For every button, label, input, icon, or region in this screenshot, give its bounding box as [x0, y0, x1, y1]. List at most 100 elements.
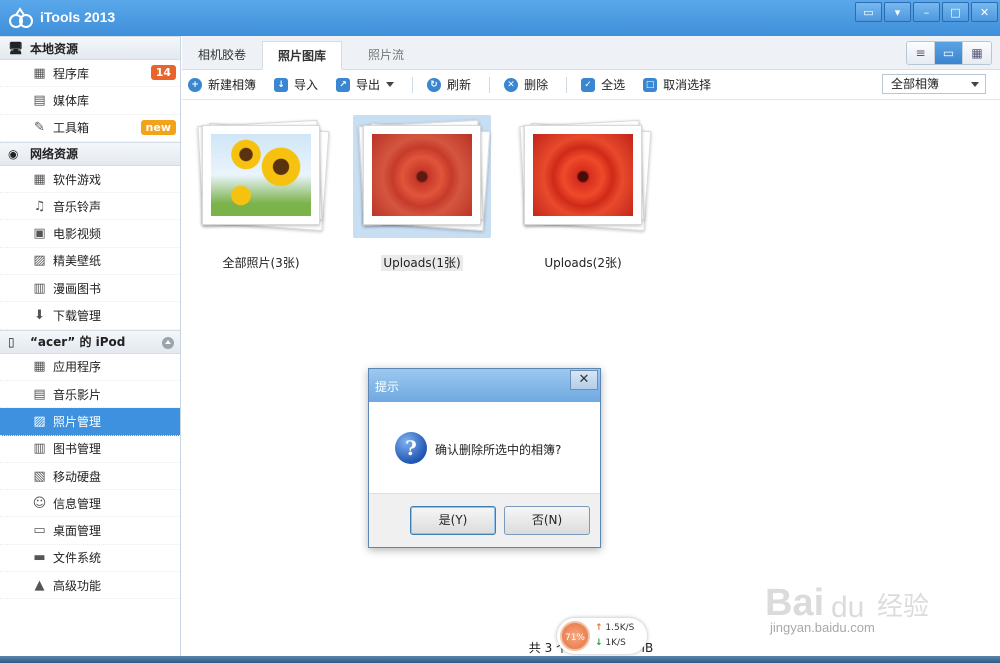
speed-widget[interactable]: 71% ↑ 1.5K/S ↓ 1K/S	[557, 618, 647, 654]
deselect-icon: □	[643, 77, 658, 92]
tab-camera-roll[interactable]: 相机胶卷	[182, 41, 262, 70]
delete-icon: ✕	[504, 77, 519, 92]
grid-icon: ▦	[33, 171, 46, 187]
question-icon: ?	[395, 432, 427, 464]
download-speed: ↓ 1K/S	[595, 638, 626, 648]
tab-photo-stream[interactable]: 照片流	[346, 41, 426, 70]
desktop-icon: ▭	[33, 523, 46, 539]
sidebar-item-music-ringtones[interactable]: ♫ 音乐铃声	[0, 193, 180, 221]
title-bar: iTools 2013 ▭ ▾ – □ ✕	[0, 0, 1000, 36]
album-label: Uploads(2张)	[544, 256, 622, 270]
grid-icon: ▦	[33, 359, 46, 375]
sidebar-item-music-movies[interactable]: ▤ 音乐影片	[0, 381, 180, 409]
tab-bar: 相机胶卷 照片图库 照片流 ≡ ▭ ▦	[182, 36, 1000, 70]
refresh-button[interactable]: ↻ 刷新	[427, 76, 471, 93]
download-icon: ⬇	[34, 308, 45, 324]
refresh-icon: ↻	[427, 77, 442, 92]
sidebar-item-toolbox[interactable]: ✎ 工具箱 new	[0, 115, 180, 142]
select-all-button[interactable]: ✓ 全选	[581, 76, 625, 93]
grid-icon: ▦	[33, 65, 46, 81]
svg-text:经验: 经验	[877, 592, 929, 622]
checkbox-icon: ✓	[581, 77, 596, 92]
album-filter-select[interactable]: 全部相簿	[882, 74, 986, 94]
grid-view-icon[interactable]: ▦	[963, 42, 991, 64]
globe-icon: ◉	[8, 146, 19, 161]
album-label: 全部照片(3张)	[222, 256, 300, 270]
sunflower-photo	[211, 134, 311, 216]
close-icon[interactable]: ✕	[971, 2, 998, 22]
sidebar-item-photo-management[interactable]: ▨ 照片管理	[0, 408, 180, 436]
dialog-message: 确认删除所选中的相簿?	[435, 443, 562, 457]
sidebar-item-mobile-disk[interactable]: ▧ 移动硬盘	[0, 463, 180, 491]
yes-button[interactable]: 是(Y)	[410, 506, 496, 535]
sidebar-item-apps-library[interactable]: ▦ 程序库 14	[0, 60, 180, 88]
film-icon: ▤	[33, 92, 46, 108]
chevron-down-icon[interactable]	[386, 82, 395, 87]
album-tile[interactable]: 全部照片(3张)	[186, 119, 336, 271]
eject-icon[interactable]	[162, 336, 174, 349]
zip-icon: ▧	[33, 468, 46, 484]
sidebar-item-software-games[interactable]: ▦ 软件游戏	[0, 166, 180, 194]
tab-photo-library[interactable]: 照片图库	[262, 41, 342, 70]
sidebar-item-info-management[interactable]: ☺ 信息管理	[0, 490, 180, 518]
main-panel: 相机胶卷 照片图库 照片流 ≡ ▭ ▦ + 新建相簿 ↓ 导入 ↗ 导出 ↻ 刷…	[182, 36, 1000, 663]
sidebar: 🖥 本地资源 ▦ 程序库 14 ▤ 媒体库 ✎ 工具箱 new ◉ 网络资源 ▦…	[0, 36, 181, 656]
film-icon: ▤	[33, 386, 46, 402]
svg-text:Bai: Bai	[765, 582, 824, 624]
speed-percent: 71%	[560, 621, 590, 651]
sidebar-item-wallpapers[interactable]: ▨ 精美壁纸	[0, 248, 180, 276]
contact-icon: ☺	[32, 495, 47, 511]
flask-icon: ▲	[34, 577, 45, 593]
section-local-resources[interactable]: 🖥 本地资源	[0, 36, 180, 60]
picture-icon: ▨	[33, 253, 46, 269]
sidebar-item-applications[interactable]: ▦ 应用程序	[0, 354, 180, 381]
monitor-icon: 🖥	[8, 41, 24, 55]
sidebar-item-desktop-management[interactable]: ▭ 桌面管理	[0, 517, 180, 545]
sidebar-item-advanced[interactable]: ▲ 高级功能	[0, 572, 180, 600]
confirm-dialog: 提示 ✕ ? 确认删除所选中的相簿? 是(Y) 否(N)	[368, 368, 601, 548]
sidebar-item-media-library[interactable]: ▤ 媒体库	[0, 87, 180, 115]
toolbar-divider	[566, 76, 568, 93]
toolbar-divider	[412, 76, 414, 93]
album-label: Uploads(1张)	[381, 255, 463, 271]
delete-button[interactable]: ✕ 删除	[504, 76, 548, 93]
watermark-text: jingyan.baidu.com	[770, 620, 875, 635]
section-device[interactable]: ▯ “acer” 的 iPod	[0, 329, 180, 354]
album-tile[interactable]: Uploads(2张)	[508, 119, 658, 271]
maximize-icon[interactable]: □	[942, 2, 969, 22]
book-icon: ▥	[33, 280, 46, 296]
upload-speed: ↑ 1.5K/S	[595, 623, 635, 633]
album-view-icon[interactable]: ▭	[935, 42, 963, 64]
sidebar-item-book-management[interactable]: ▥ 图书管理	[0, 436, 180, 463]
toolbar: + 新建相簿 ↓ 导入 ↗ 导出 ↻ 刷新 ✕ 删除 ✓ 全选 □ 取消选择 全…	[182, 70, 1000, 100]
ipod-icon: ▯	[8, 334, 15, 349]
dahlia-photo	[372, 134, 472, 216]
sidebar-item-file-system[interactable]: ▬ 文件系统	[0, 545, 180, 573]
photo-icon: ▨	[33, 413, 46, 429]
deselect-button[interactable]: □ 取消选择	[643, 76, 711, 93]
chat-icon[interactable]: ▭	[855, 2, 882, 22]
minimize-icon[interactable]: –	[913, 2, 940, 22]
music-icon: ♫	[33, 198, 46, 214]
section-network-resources[interactable]: ◉ 网络资源	[0, 141, 180, 166]
sidebar-item-movies-videos[interactable]: ▣ 电影视频	[0, 220, 180, 248]
dahlia-photo	[533, 134, 633, 216]
new-album-button[interactable]: + 新建相簿	[188, 76, 256, 93]
dialog-body: ? 确认删除所选中的相簿?	[369, 402, 600, 494]
menu-icon[interactable]: ▾	[884, 2, 911, 22]
view-switcher: ≡ ▭ ▦	[906, 41, 992, 65]
count-badge: 14	[150, 65, 176, 80]
arrow-up-icon: ↑	[595, 623, 603, 633]
album-tile-selected[interactable]: Uploads(1张)	[347, 115, 497, 271]
export-button[interactable]: ↗ 导出	[336, 76, 395, 93]
import-button[interactable]: ↓ 导入	[274, 76, 318, 93]
book-icon: ▥	[33, 441, 46, 457]
dialog-title-bar[interactable]: 提示 ✕	[369, 369, 600, 402]
list-view-icon[interactable]: ≡	[907, 42, 935, 64]
no-button[interactable]: 否(N)	[504, 506, 590, 535]
dialog-close-icon[interactable]: ✕	[570, 370, 598, 390]
sidebar-item-downloads[interactable]: ⬇ 下载管理	[0, 302, 180, 330]
sidebar-item-comics-books[interactable]: ▥ 漫画图书	[0, 275, 180, 303]
toolbar-divider	[489, 76, 491, 93]
chevron-down-icon	[971, 82, 979, 87]
